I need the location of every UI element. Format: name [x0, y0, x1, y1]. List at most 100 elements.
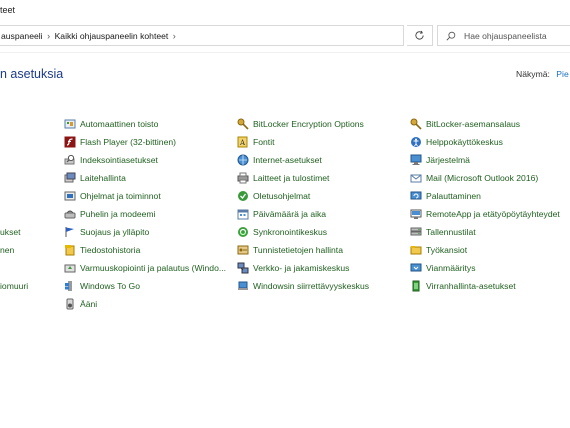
svg-text:A: A: [239, 139, 246, 147]
control-panel-item[interactable]: Varmuuskopiointi ja palautus (Windo...: [64, 259, 226, 277]
search-box[interactable]: [437, 25, 570, 46]
bitlocker-icon: [410, 118, 422, 130]
item-label[interactable]: Laitehallinta: [80, 173, 126, 183]
autoplay-icon: [64, 118, 76, 130]
breadcrumb-all-items[interactable]: Kaikki ohjauspaneelin kohteet: [55, 31, 169, 41]
control-panel-item: [0, 259, 28, 277]
item-label[interactable]: Mail (Microsoft Outlook 2016): [426, 173, 538, 183]
programs-icon: [64, 190, 76, 202]
system-icon: [410, 154, 422, 166]
control-panel-item[interactable]: Palauttaminen: [410, 187, 560, 205]
item-label[interactable]: Fontit: [253, 137, 275, 147]
control-panel-item[interactable]: Helppokäyttökeskus: [410, 133, 560, 151]
control-panel-item[interactable]: Flash Player (32-bittinen): [64, 133, 226, 151]
item-label[interactable]: Oletusohjelmat: [253, 191, 310, 201]
control-panel-item: [0, 133, 28, 151]
control-panel-item[interactable]: Tunnistetietojen hallinta: [237, 241, 369, 259]
item-label[interactable]: Puhelin ja modeemi: [80, 209, 155, 219]
control-panel-item[interactable]: Tiedostohistoria: [64, 241, 226, 259]
chevron-right-icon[interactable]: ›: [43, 31, 55, 41]
flash-icon: [64, 136, 76, 148]
control-panel-item: [0, 169, 28, 187]
control-panel-item[interactable]: ukset: [0, 223, 28, 241]
control-panel-item[interactable]: Windows To Go: [64, 277, 226, 295]
item-label[interactable]: nen: [0, 245, 14, 255]
control-panel-item[interactable]: Ohjelmat ja toiminnot: [64, 187, 226, 205]
item-label[interactable]: Synkronointikeskus: [253, 227, 327, 237]
control-panel-item[interactable]: Synkronointikeskus: [237, 223, 369, 241]
recovery-icon: [410, 190, 422, 202]
sound-icon: [64, 298, 76, 310]
item-label[interactable]: Helppokäyttökeskus: [426, 137, 503, 147]
item-label[interactable]: Ääni: [80, 299, 97, 309]
control-panel-item[interactable]: Suojaus ja ylläpito: [64, 223, 226, 241]
mail-icon: [410, 172, 422, 184]
control-panel-item[interactable]: Virranhallinta-asetukset: [410, 277, 560, 295]
control-panel-item[interactable]: Oletusohjelmat: [237, 187, 369, 205]
file-history-icon: [64, 244, 76, 256]
control-panel-item[interactable]: Laitehallinta: [64, 169, 226, 187]
item-label[interactable]: Palauttaminen: [426, 191, 481, 201]
item-label[interactable]: Järjestelmä: [426, 155, 470, 165]
item-label[interactable]: ukset: [0, 227, 21, 237]
item-label[interactable]: Internet-asetukset: [253, 155, 322, 165]
control-panel-item[interactable]: nen: [0, 241, 28, 259]
control-panel-item[interactable]: Puhelin ja modeemi: [64, 205, 226, 223]
item-label[interactable]: Virranhallinta-asetukset: [426, 281, 516, 291]
control-panel-item[interactable]: Indeksointiasetukset: [64, 151, 226, 169]
search-input[interactable]: [464, 30, 570, 41]
control-panel-item[interactable]: iomuuri: [0, 277, 28, 295]
control-panel-item[interactable]: Laitteet ja tulostimet: [237, 169, 369, 187]
control-panel-item[interactable]: Vianmääritys: [410, 259, 560, 277]
troubleshooting-icon: [410, 262, 422, 274]
item-label[interactable]: Suojaus ja ylläpito: [80, 227, 149, 237]
indexing-icon: [64, 154, 76, 166]
item-label[interactable]: iomuuri: [0, 281, 28, 291]
control-panel-item[interactable]: Päivämäärä ja aika: [237, 205, 369, 223]
network-sharing-icon: [237, 262, 249, 274]
breadcrumb[interactable]: auspaneeli › Kaikki ohjauspaneelin kohte…: [0, 25, 404, 46]
items-column: BitLocker-asemansalaus Helppokäyttökeskus…: [410, 115, 560, 295]
item-label[interactable]: Windows To Go: [80, 281, 140, 291]
item-label[interactable]: Ohjelmat ja toiminnot: [80, 191, 161, 201]
control-panel-item[interactable]: BitLocker-asemansalaus: [410, 115, 560, 133]
item-label[interactable]: Varmuuskopiointi ja palautus (Windo...: [80, 263, 226, 273]
view-by-dropdown[interactable]: Pie: [556, 69, 568, 79]
control-panel-item[interactable]: A Fontit: [237, 133, 369, 151]
breadcrumb-control-panel[interactable]: auspaneeli: [1, 31, 43, 41]
item-label[interactable]: Laitteet ja tulostimet: [253, 173, 329, 183]
control-panel-item[interactable]: Automaattinen toisto: [64, 115, 226, 133]
control-panel-item[interactable]: Järjestelmä: [410, 151, 560, 169]
control-panel-item[interactable]: Internet-asetukset: [237, 151, 369, 169]
chevron-right-icon[interactable]: ›: [168, 31, 180, 41]
item-label[interactable]: Vianmääritys: [426, 263, 476, 273]
item-label[interactable]: Indeksointiasetukset: [80, 155, 158, 165]
refresh-button[interactable]: [407, 25, 433, 46]
control-panel-item[interactable]: RemoteApp ja etätyöpöytäyhteydet: [410, 205, 560, 223]
ease-of-access-icon: [410, 136, 422, 148]
item-label[interactable]: BitLocker-asemansalaus: [426, 119, 520, 129]
item-label[interactable]: Automaattinen toisto: [80, 119, 158, 129]
date-time-icon: [237, 208, 249, 220]
item-label[interactable]: Tiedostohistoria: [80, 245, 140, 255]
item-label[interactable]: Verkko- ja jakamiskeskus: [253, 263, 349, 273]
bitlocker-options-icon: [237, 118, 249, 130]
item-label[interactable]: Työkansiot: [426, 245, 467, 255]
control-panel-item[interactable]: Työkansiot: [410, 241, 560, 259]
item-label[interactable]: BitLocker Encryption Options: [253, 119, 364, 129]
item-label[interactable]: Windowsin siirrettävyyskeskus: [253, 281, 369, 291]
control-panel-item[interactable]: Windowsin siirrettävyyskeskus: [237, 277, 369, 295]
control-panel-item[interactable]: Mail (Microsoft Outlook 2016): [410, 169, 560, 187]
item-label[interactable]: Päivämäärä ja aika: [253, 209, 326, 219]
item-label[interactable]: RemoteApp ja etätyöpöytäyhteydet: [426, 209, 560, 219]
item-label[interactable]: Tunnistetietojen hallinta: [253, 245, 343, 255]
control-panel-item[interactable]: Verkko- ja jakamiskeskus: [237, 259, 369, 277]
window-title: teet: [0, 5, 16, 15]
view-by[interactable]: Näkymä: Pie: [516, 69, 569, 79]
storage-spaces-icon: [410, 226, 422, 238]
item-label[interactable]: Tallennustilat: [426, 227, 476, 237]
item-label[interactable]: Flash Player (32-bittinen): [80, 137, 176, 147]
control-panel-item[interactable]: Tallennustilat: [410, 223, 560, 241]
control-panel-item[interactable]: BitLocker Encryption Options: [237, 115, 369, 133]
control-panel-item[interactable]: Ääni: [64, 295, 226, 313]
